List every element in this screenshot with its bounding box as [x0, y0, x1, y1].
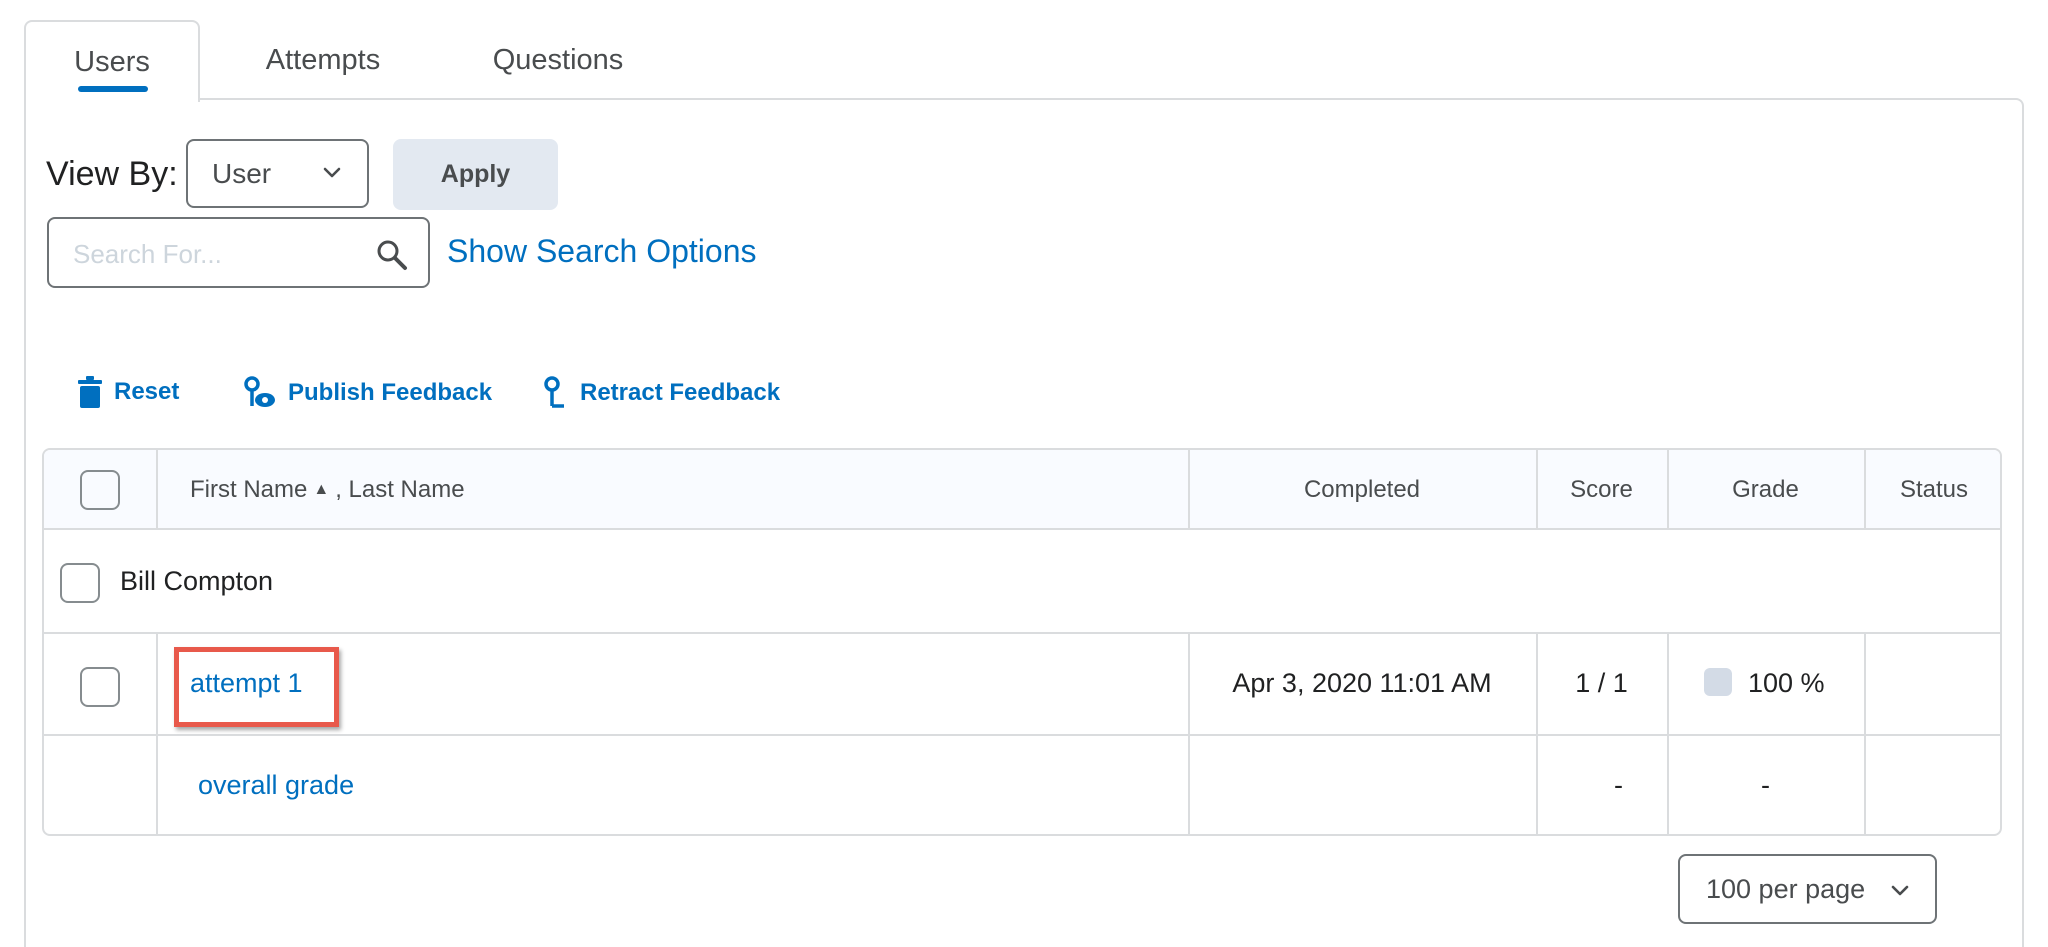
retract-feedback-icon	[544, 376, 564, 408]
results-table: First Name ▲ , Last Name Completed Score…	[42, 448, 2002, 836]
score-column-header: Score	[1570, 476, 1633, 503]
search-icon[interactable]	[374, 237, 410, 273]
publish-feedback-icon	[244, 376, 275, 407]
retract-feedback-label: Retract Feedback	[580, 379, 781, 406]
first-name-sort-link[interactable]: First Name	[190, 476, 307, 504]
view-by-selected-value: User	[212, 157, 272, 189]
search-input[interactable]	[73, 237, 373, 271]
publish-feedback-label: Publish Feedback	[288, 379, 493, 406]
attempt-link[interactable]: attempt 1	[190, 668, 303, 699]
last-name-sort-link[interactable]: , Last Name	[335, 476, 464, 504]
chevron-down-icon	[1891, 885, 1909, 896]
user-checkbox[interactable]	[60, 563, 100, 603]
active-tab-indicator	[78, 86, 148, 92]
user-name: Bill Compton	[120, 566, 274, 596]
tab-users-label: Users	[74, 45, 150, 78]
grade-column-header: Grade	[1732, 476, 1799, 503]
trash-icon	[78, 376, 102, 408]
tab-users[interactable]: Users	[24, 20, 200, 102]
tab-attempts[interactable]: Attempts	[234, 20, 412, 100]
overall-grade: -	[1761, 770, 1770, 800]
row-divider	[44, 734, 2000, 736]
reset-label: Reset	[114, 378, 180, 405]
attempt-checkbox[interactable]	[80, 667, 120, 707]
attempt-grade: 100 %	[1748, 668, 1825, 698]
per-page-select[interactable]: 100 per page	[1678, 854, 1937, 924]
apply-button[interactable]: Apply	[393, 139, 558, 210]
publish-feedback-button[interactable]: Publish Feedback	[244, 376, 492, 410]
completed-column-header: Completed	[1303, 476, 1421, 503]
attempt-score: 1 / 1	[1575, 668, 1628, 698]
show-search-options-link[interactable]: Show Search Options	[447, 233, 757, 270]
overall-score: -	[1614, 770, 1623, 800]
retract-feedback-button[interactable]: Retract Feedback	[544, 376, 780, 410]
select-all-checkbox[interactable]	[80, 470, 120, 510]
row-divider	[44, 632, 2000, 634]
tab-attempts-label: Attempts	[265, 43, 381, 76]
search-field	[47, 217, 430, 288]
col-divider	[156, 450, 158, 530]
view-by-label: View By:	[46, 155, 178, 193]
status-column-header: Status	[1899, 476, 1969, 503]
overall-grade-link[interactable]: overall grade	[198, 770, 354, 801]
per-page-value: 100 per page	[1706, 873, 1866, 904]
tab-questions[interactable]: Questions	[452, 20, 664, 100]
attempt-completed: Apr 3, 2020 11:01 AM	[1232, 668, 1492, 698]
chevron-down-icon	[323, 167, 341, 178]
grade-indicator	[1704, 668, 1732, 696]
name-column-header[interactable]: First Name ▲ , Last Name	[190, 450, 465, 530]
view-by-select[interactable]: User	[186, 139, 369, 208]
tab-questions-label: Questions	[492, 43, 624, 76]
sort-ascending-icon: ▲	[313, 481, 330, 498]
reset-button[interactable]: Reset	[78, 376, 179, 408]
